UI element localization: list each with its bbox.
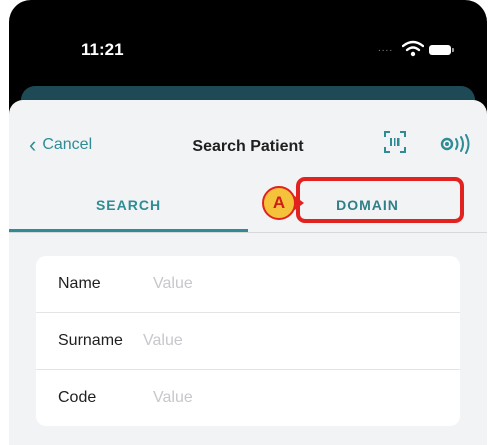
tab-bar: SEARCH DOMAIN: [9, 180, 487, 233]
surname-label: Surname: [58, 332, 123, 349]
wifi-icon: [402, 40, 424, 57]
nfc-icon[interactable]: [440, 134, 474, 154]
search-form: Name Surname Code: [36, 256, 460, 426]
signal-indicator: ....: [378, 43, 394, 54]
annotation-marker: A: [262, 186, 296, 220]
name-field[interactable]: [151, 274, 435, 294]
code-label: Code: [58, 389, 97, 406]
form-row-surname: Surname: [36, 313, 460, 370]
form-row-code: Code: [36, 370, 460, 426]
form-row-name: Name: [36, 256, 460, 313]
status-time: 11:21: [81, 40, 124, 59]
code-field[interactable]: [151, 388, 435, 408]
status-bar: 11:21 ....: [9, 0, 487, 80]
surname-field[interactable]: [141, 331, 425, 351]
nav-bar: ‹ Cancel Search Patient: [9, 100, 487, 156]
barcode-scan-icon[interactable]: [384, 131, 406, 153]
battery-icon: [429, 45, 454, 55]
phone-frame: 11:21 .... ‹ Cancel Search Patient SEARC…: [9, 0, 487, 445]
tab-search[interactable]: SEARCH: [9, 180, 248, 232]
page-title: Search Patient: [192, 138, 304, 155]
name-label: Name: [58, 275, 101, 292]
search-patient-sheet: ‹ Cancel Search Patient SEARCH DOMAIN Na…: [9, 100, 487, 445]
